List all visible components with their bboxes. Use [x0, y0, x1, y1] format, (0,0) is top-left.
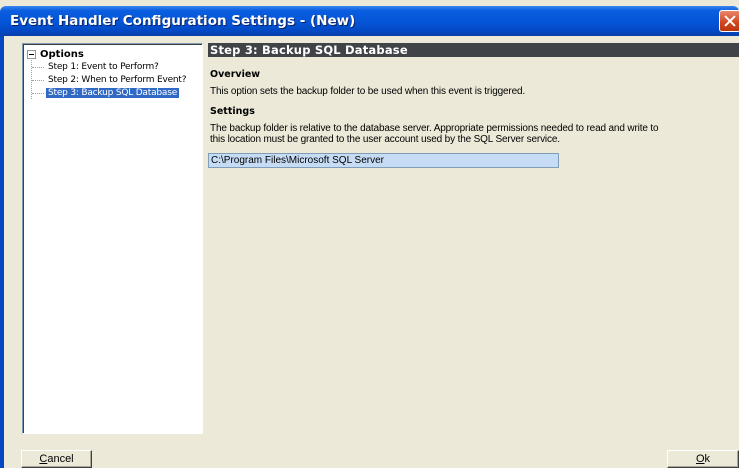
cancel-label: ancel: [47, 453, 74, 465]
cancel-button[interactable]: Cancel: [21, 450, 92, 468]
tree-connector: [32, 79, 44, 81]
window-title: Event Handler Configuration Settings - (…: [10, 13, 356, 29]
step-heading-bar: Step 3: Backup SQL Database: [208, 43, 739, 57]
tree-item-step-1[interactable]: Step 1: Event to Perform?: [32, 61, 161, 73]
overview-label: Overview: [210, 69, 261, 80]
tree-connector: [32, 66, 44, 68]
backup-path-input[interactable]: [208, 153, 559, 168]
ok-label: k: [704, 453, 711, 465]
settings-text-line-2: this location must be granted to the use…: [210, 134, 560, 145]
tree-item-label: Step 3: Backup SQL Database: [46, 88, 180, 98]
tree-item-step-3[interactable]: Step 3: Backup SQL Database: [32, 87, 180, 99]
tree-root-label: Options: [40, 48, 84, 60]
tree-root-options[interactable]: Options: [27, 48, 84, 60]
tree-item-label: Step 2: When to Perform Event?: [48, 75, 187, 85]
title-bar[interactable]: Event Handler Configuration Settings - (…: [0, 6, 739, 36]
close-icon[interactable]: [719, 10, 739, 32]
settings-text-line-1: The backup folder is relative to the dat…: [210, 123, 659, 134]
ok-mnemonic: O: [695, 453, 705, 465]
tree-connector: [32, 92, 44, 94]
settings-label: Settings: [210, 106, 255, 117]
options-tree[interactable]: Options Step 1: Event to Perform? Step 2…: [22, 43, 203, 434]
tree-item-label: Step 1: Event to Perform?: [48, 62, 159, 72]
step-heading: Step 3: Backup SQL Database: [210, 43, 408, 57]
window-frame-left: [0, 36, 4, 468]
ok-button[interactable]: Ok: [667, 450, 739, 468]
tree-item-step-2[interactable]: Step 2: When to Perform Event?: [32, 74, 188, 86]
overview-text: This option sets the backup folder to be…: [210, 86, 526, 97]
